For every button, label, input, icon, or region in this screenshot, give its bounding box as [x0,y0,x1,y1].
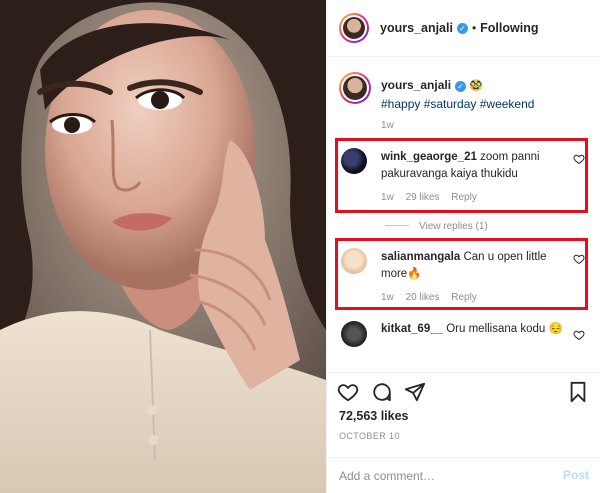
comment-time[interactable]: 1w [381,292,394,303]
view-replies-label[interactable]: View replies (1) [419,221,488,232]
caption-hashtags[interactable]: #happy #saturday #weekend [381,97,534,111]
header-username[interactable]: yours_anjali [380,21,453,35]
comment-text: kitkat_69__ Oru mellisana kodu 😔 [381,321,571,338]
reply-line [385,225,409,226]
comment-likes[interactable]: 20 likes [406,292,440,303]
comment-username[interactable]: salianmangala [381,251,460,263]
comment-item: kitkat_69__ Oru mellisana kodu 😔 [335,315,597,369]
verified-icon: ✓ [455,81,467,92]
caption-emoji: 🥸 [469,80,484,92]
post-details-panel: yours_anjali ✓ • Following yours_anjali ✓… [326,0,600,493]
caption-time[interactable]: 1w [381,120,394,131]
post-date: OCTOBER 10 [339,431,400,441]
comment-likes[interactable]: 29 likes [406,192,440,203]
comment-input[interactable] [339,467,539,485]
likes-count[interactable]: 72,563 likes [339,409,409,423]
share-icon[interactable] [404,381,426,403]
caption-username[interactable]: yours_anjali [381,78,451,92]
comment-meta: 1w 29 likes Reply [381,192,486,203]
comment-icon[interactable] [371,381,393,403]
post-header: yours_anjali ✓ • Following [327,0,600,57]
comment-text: salianmangala Can u open little more🔥 [381,249,571,283]
selfie-image [0,0,326,493]
post-button[interactable]: Post [563,468,589,482]
heart-icon[interactable] [573,253,585,265]
avatar[interactable] [339,13,369,43]
action-bar: 72,563 likes OCTOBER 10 Post [327,372,600,493]
caption-avatar[interactable] [339,72,371,104]
comment-username[interactable]: wink_geaorge_21 [381,151,477,163]
heart-icon[interactable] [573,153,585,165]
heart-icon[interactable] [337,381,359,403]
comment-item: salianmangala Can u open little more🔥 1w… [335,241,597,307]
view-replies-link[interactable]: View replies (1) [385,221,488,232]
post-photo[interactable] [0,0,326,493]
comment-avatar[interactable] [341,248,367,274]
following-button[interactable]: Following [480,21,538,35]
comment-body: Oru mellisana kodu 😔 [446,323,563,335]
comment-time[interactable]: 1w [381,192,394,203]
separator-dot: • [471,21,477,35]
bookmark-icon[interactable] [567,381,589,403]
comment-text: wink_geaorge_21 zoom panni pakuravanga k… [381,149,571,183]
comment-avatar[interactable] [341,321,367,347]
comment-meta: 1w 20 likes Reply [381,292,486,303]
reply-button[interactable]: Reply [451,292,477,303]
reply-button[interactable]: Reply [451,192,477,203]
comment-avatar[interactable] [341,148,367,174]
comment-item: wink_geaorge_21 zoom panni pakuravanga k… [335,141,597,210]
comment-username[interactable]: kitkat_69__ [381,323,443,335]
verified-icon: ✓ [456,22,468,34]
heart-icon[interactable] [573,329,585,341]
add-comment-bar: Post [327,457,600,493]
caption-text: yours_anjali ✓ 🥸 #happy #saturday #weeken… [381,76,591,113]
